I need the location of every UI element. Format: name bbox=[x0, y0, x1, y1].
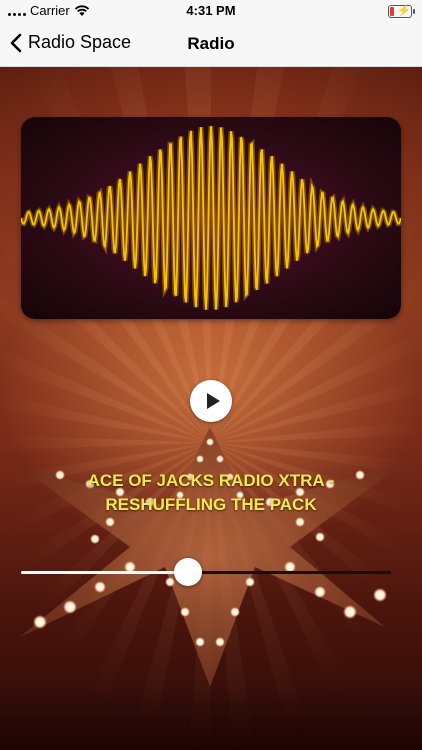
waveform-graphic bbox=[21, 125, 401, 310]
navigation-bar: Radio Space Radio bbox=[0, 22, 422, 67]
waveform-glow bbox=[21, 125, 401, 310]
player-screen: ACE OF JACKS RADIO XTRA - RESHUFFLING TH… bbox=[0, 67, 422, 750]
page-title: Radio bbox=[187, 34, 235, 53]
waveform-artwork bbox=[21, 117, 401, 319]
progress-slider[interactable] bbox=[21, 557, 391, 587]
progress-track-remaining bbox=[188, 571, 391, 574]
play-button[interactable] bbox=[190, 380, 232, 422]
floor-shade bbox=[0, 687, 422, 750]
play-icon bbox=[206, 393, 220, 409]
status-time: 4:31 PM bbox=[186, 3, 236, 18]
progress-slider-thumb[interactable] bbox=[174, 558, 202, 586]
track-title: ACE OF JACKS RADIO XTRA - RESHUFFLING TH… bbox=[87, 471, 335, 514]
progress-track-filled bbox=[21, 571, 188, 574]
status-bar: Carrier 4:31 PM ⚡ bbox=[0, 0, 422, 22]
charging-bolt-icon: ⚡ bbox=[397, 5, 411, 17]
battery-icon: ⚡ bbox=[388, 5, 415, 18]
